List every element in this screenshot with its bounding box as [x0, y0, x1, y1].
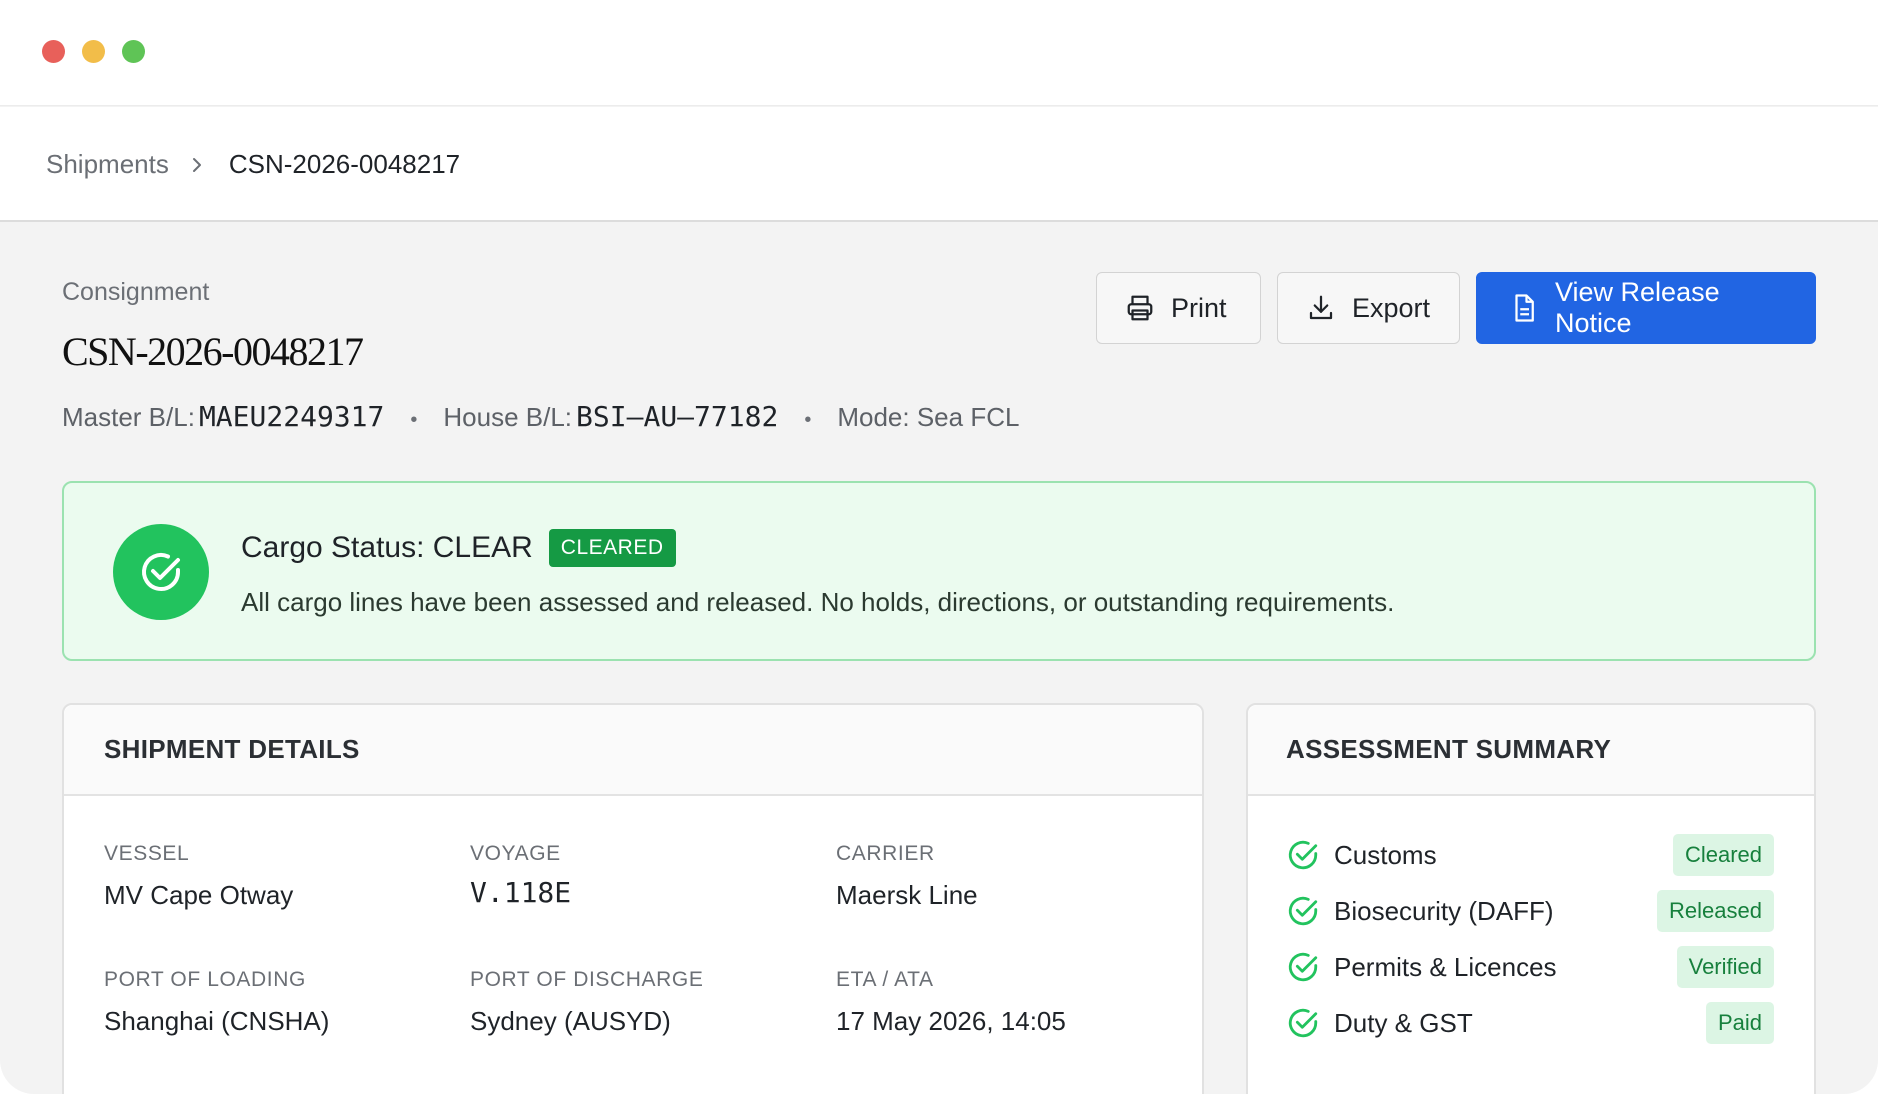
assessment-name: Permits & Licences [1334, 951, 1557, 982]
field-value: V.118E [470, 876, 572, 909]
maximize-window-button[interactable] [122, 40, 145, 63]
breadcrumb-shipments-link[interactable]: Shipments [46, 149, 169, 180]
cargo-status-description: All cargo lines have been assessed and r… [241, 587, 1395, 617]
check-circle-icon [113, 524, 209, 620]
print-button-label: Print [1171, 292, 1227, 323]
page-actions: Print Export View Release Notice [1096, 272, 1816, 344]
view-release-notice-label: View Release Notice [1555, 277, 1720, 338]
field-label: PORT OF DISCHARGE [470, 968, 704, 991]
shipment-details-heading: SHIPMENT DETAILS [64, 705, 1202, 796]
assessment-name: Biosecurity (DAFF) [1334, 895, 1554, 926]
export-button-label: Export [1352, 292, 1431, 323]
house-bl-value: BSI–AU–77182 [576, 400, 779, 433]
assessment-summary-panel: ASSESSMENT SUMMARY Customs Cleared Biose… [1246, 703, 1816, 1094]
cargo-status-heading: Cargo Status: CLEAR CLEARED [241, 529, 676, 567]
field-label: PORT OF LOADING [104, 968, 306, 991]
page-title: CSN-2026-0048217 [62, 329, 364, 374]
field-label: VOYAGE [470, 842, 561, 865]
mode-value: Mode: Sea FCL [837, 402, 1020, 432]
check-circle-icon [1286, 838, 1320, 872]
breadcrumb-bar: Shipments CSN-2026-0048217 [0, 107, 1878, 222]
assessment-item-customs: Customs Cleared [1286, 834, 1774, 876]
status-badge: Verified [1676, 946, 1774, 988]
field-value: Maersk Line [836, 880, 978, 910]
chevron-right-icon [191, 155, 203, 175]
shipment-details-panel: SHIPMENT DETAILS VESSEL MV Cape Otway VO… [62, 703, 1204, 1094]
title-bar [0, 0, 1878, 106]
breadcrumb-current: CSN-2026-0048217 [228, 149, 461, 179]
master-bl-label: Master B/L: [62, 402, 195, 432]
assessment-name: Customs [1334, 839, 1437, 870]
document-icon [1509, 293, 1539, 323]
assessment-item-biosecurity: Biosecurity (DAFF) Released [1286, 890, 1774, 932]
page-eyebrow: Consignment [62, 278, 210, 306]
master-bl-value: MAEU2249317 [198, 400, 385, 433]
assessment-name: Duty & GST [1334, 1007, 1473, 1038]
field-value: Sydney (AUSYD) [470, 1006, 671, 1036]
printer-icon [1125, 293, 1155, 323]
field-label: VESSEL [104, 842, 190, 865]
status-badge: Cleared [1672, 834, 1774, 876]
port-of-loading-field: PORT OF LOADING Shanghai (CNSHA) [104, 968, 329, 1037]
carrier-field: CARRIER Maersk Line [836, 842, 978, 911]
field-value: Shanghai (CNSHA) [104, 1006, 330, 1036]
status-badge: Released [1657, 890, 1774, 932]
download-icon [1306, 293, 1336, 323]
status-badge: CLEARED [548, 529, 676, 567]
field-value: MV Cape Otway [104, 880, 294, 910]
view-release-notice-button[interactable]: View Release Notice [1476, 272, 1816, 344]
app-window: Shipments CSN-2026-0048217 Consignment C… [0, 0, 1878, 1094]
meta-separator: • [410, 409, 418, 431]
field-label: ETA / ATA [836, 968, 934, 991]
assessment-item-permits: Permits & Licences Verified [1286, 946, 1774, 988]
meta-separator: • [804, 409, 812, 431]
check-circle-icon [1286, 894, 1320, 928]
field-value: 17 May 2026, 14:05 [836, 1006, 1066, 1036]
check-circle-icon [1286, 1006, 1320, 1040]
assessment-item-duty-gst: Duty & GST Paid [1286, 1002, 1774, 1044]
cargo-status-card: Cargo Status: CLEAR CLEARED All cargo li… [62, 481, 1816, 661]
status-badge: Paid [1705, 1002, 1774, 1044]
house-bl-label: House B/L: [443, 402, 573, 432]
breadcrumb: Shipments CSN-2026-0048217 [46, 149, 460, 180]
close-window-button[interactable] [42, 40, 65, 63]
vessel-field: VESSEL MV Cape Otway [104, 842, 293, 911]
cargo-status-title: Cargo Status: CLEAR [241, 531, 533, 564]
print-button[interactable]: Print [1096, 272, 1261, 344]
minimize-window-button[interactable] [82, 40, 105, 63]
voyage-field: VOYAGE V.118E [470, 842, 571, 909]
assessment-summary-heading: ASSESSMENT SUMMARY [1248, 705, 1814, 796]
eta-ata-field: ETA / ATA 17 May 2026, 14:05 [836, 968, 1066, 1037]
field-label: CARRIER [836, 842, 935, 865]
export-button[interactable]: Export [1277, 272, 1460, 344]
consignment-meta: Master B/L: MAEU2249317 • House B/L: BSI… [62, 400, 1019, 433]
port-of-discharge-field: PORT OF DISCHARGE Sydney (AUSYD) [470, 968, 703, 1037]
check-circle-icon [1286, 950, 1320, 984]
